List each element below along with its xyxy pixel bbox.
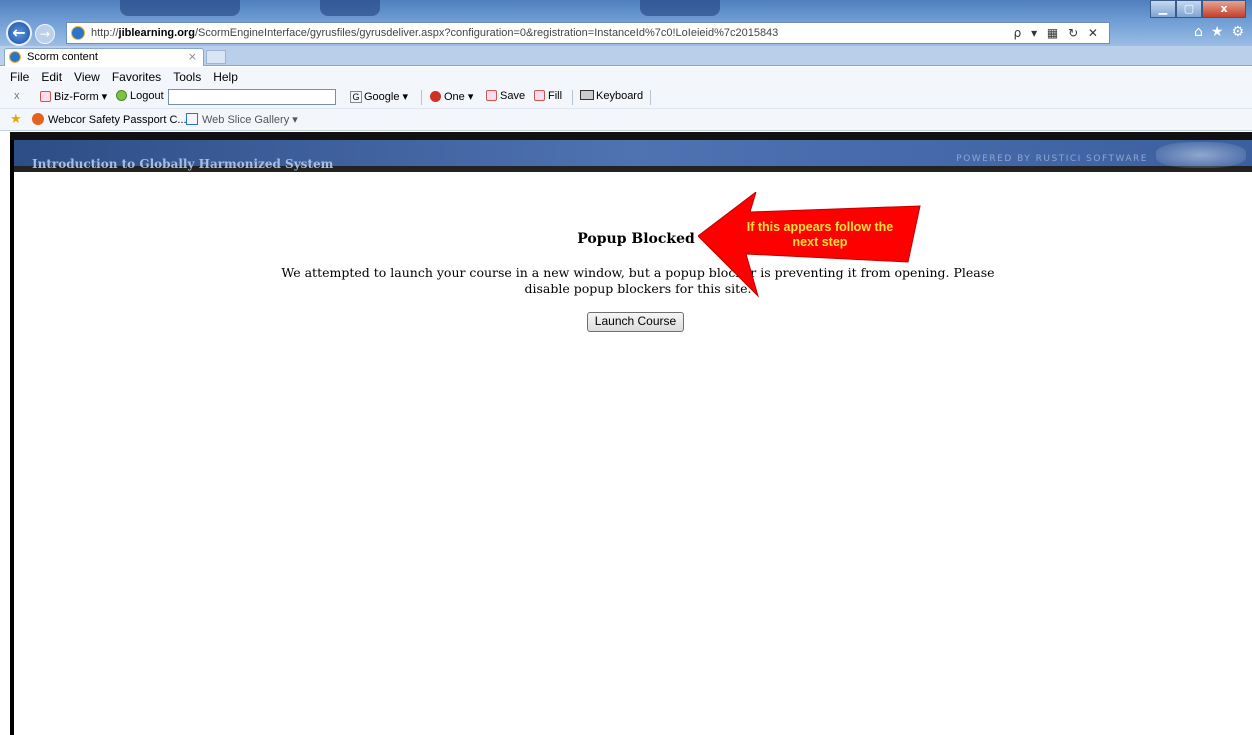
maximize-button[interactable]: ▢: [1176, 0, 1202, 18]
window-controls: ▁ ▢ x: [1150, 0, 1246, 18]
favorites-bar: ★ Webcor Safety Passport C... Web Slice …: [0, 109, 1252, 131]
toolbar-separator: [650, 90, 651, 105]
menu-edit[interactable]: Edit: [35, 67, 68, 87]
toolbar-separator: [421, 90, 422, 105]
ie-page-icon: [71, 26, 85, 40]
check-circle-icon: [116, 90, 127, 101]
titlebar-decoration: [120, 0, 240, 16]
gear-icon[interactable]: ⚙: [1231, 24, 1244, 40]
tab-label: Scorm content: [27, 51, 98, 63]
favorites-star-icon[interactable]: ★: [10, 111, 22, 127]
command-toolbar: x Biz-Form ▾ Logout G Google ▾ One ▾ Save…: [0, 87, 1252, 109]
menu-file[interactable]: File: [4, 67, 35, 87]
web-slice-gallery[interactable]: Web Slice Gallery ▾: [186, 113, 298, 126]
course-banner: Introduction to Globally Harmonized Syst…: [14, 140, 1252, 172]
launch-course-button[interactable]: Launch Course: [587, 312, 684, 332]
ie-tab-icon: [9, 51, 21, 63]
webcor-icon: [32, 113, 44, 125]
close-window-button[interactable]: x: [1202, 0, 1246, 18]
page-content: [10, 132, 1252, 735]
keyboard-icon: [580, 90, 594, 100]
favorite-webcor[interactable]: Webcor Safety Passport C...: [32, 113, 187, 126]
checkbox-icon: [486, 90, 497, 101]
annotation-text: If this appears follow the next step: [746, 220, 894, 249]
checkbox-icon: [40, 91, 51, 102]
toolbar-separator: [572, 90, 573, 105]
new-tab-button[interactable]: [206, 50, 226, 64]
tab-close-icon[interactable]: ×: [188, 50, 197, 63]
titlebar-decoration: [320, 0, 380, 16]
tab-strip: Scorm content ×: [0, 46, 1252, 66]
rustici-logo: [1156, 142, 1246, 168]
menu-bar: File Edit View Favorites Tools Help: [0, 67, 1252, 87]
address-url[interactable]: http://jiblearning.org/ScormEngineInterf…: [91, 27, 778, 39]
favorites-star-icon[interactable]: ★: [1211, 24, 1224, 40]
powered-by-text: POWERED BY RUSTICI SOFTWARE: [956, 154, 1148, 164]
bizform-button[interactable]: Biz-Form ▾: [40, 90, 107, 103]
browser-right-icons: ⌂ ★ ⚙: [1194, 24, 1244, 40]
keyboard-button[interactable]: Keyboard: [580, 90, 643, 102]
minimize-button[interactable]: ▁: [1150, 0, 1176, 18]
address-bar-tools[interactable]: ρ ▾ ▦ ↻ ✕: [1014, 26, 1101, 40]
google-icon: G: [350, 91, 362, 103]
checkbox-icon: [534, 90, 545, 101]
menu-favorites[interactable]: Favorites: [106, 67, 167, 87]
course-title: Introduction to Globally Harmonized Syst…: [32, 157, 334, 171]
menu-view[interactable]: View: [68, 67, 106, 87]
one-button[interactable]: One ▾: [430, 90, 473, 103]
web-slice-icon: [186, 113, 198, 125]
save-button[interactable]: Save: [486, 90, 525, 102]
popup-blocked-heading: Popup Blocked: [577, 231, 695, 247]
menu-tools[interactable]: Tools: [167, 67, 207, 87]
google-button[interactable]: G Google ▾: [350, 90, 408, 103]
back-button[interactable]: ←: [6, 20, 32, 46]
menu-help[interactable]: Help: [207, 67, 244, 87]
toolbar-close-icon[interactable]: x: [14, 90, 20, 102]
address-bar[interactable]: http://jiblearning.org/ScormEngineInterf…: [66, 22, 1110, 44]
content-top-border: [10, 132, 1252, 140]
fill-button[interactable]: Fill: [534, 90, 562, 102]
logout-button[interactable]: Logout: [116, 90, 164, 102]
forward-button[interactable]: →: [35, 24, 55, 44]
home-icon[interactable]: ⌂: [1194, 24, 1203, 40]
toolbar-search-input[interactable]: [168, 89, 336, 105]
titlebar-decoration: [640, 0, 720, 16]
pinterest-icon: [430, 91, 441, 102]
tab-scorm-content[interactable]: Scorm content ×: [4, 48, 204, 66]
